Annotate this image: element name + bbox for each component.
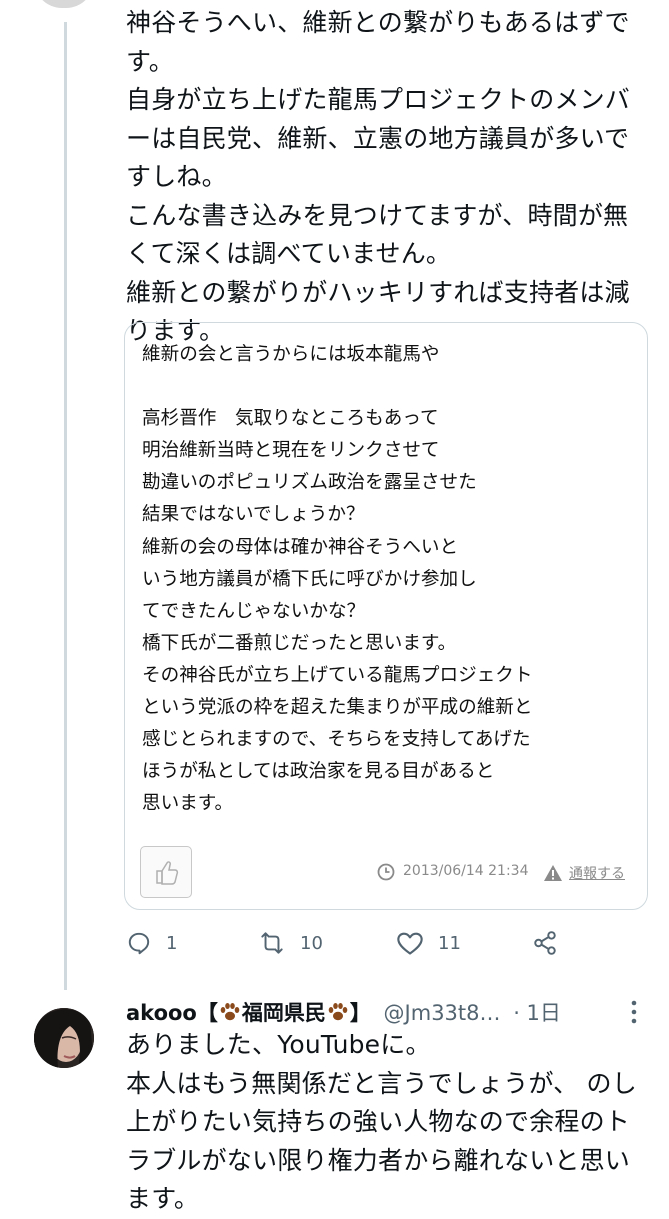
tweet-line: 自身が立ち上げた龍馬プロジェクトのメンバ [126,85,631,114]
reply-text: ありました、YouTubeに。 本人はもう無関係だと言うでしょうが、 のし 上が… [126,1026,656,1219]
quoted-line: 勘違いのポピュリズム政治を露呈させた [142,472,477,494]
name-place: 福岡県民 [241,1001,326,1025]
quoted-line: ほうが私としては政治家を見る目があると [142,761,495,783]
quoted-line: 維新の会と言うからには坂本龍馬や [142,344,440,365]
quoted-line [142,371,632,403]
tweet-line: 神谷そうへい、維新との繋がりもあるはずで [126,8,630,37]
name-suffix: 】 [349,1001,371,1025]
retweet-button[interactable]: 10 [258,930,323,956]
quoted-line: 思います。 [142,793,234,815]
quoted-text: 維新の会と言うからには坂本龍馬や 高杉晋作 気取りなところもあって 明治維新当時… [142,339,632,820]
quoted-line: 感じとられますので、そちらを支持してあげた [142,729,531,751]
reply-avatar[interactable] [34,1008,94,1068]
quoted-line: いう地方議員が橋下氏に呼びかけ参加し [142,568,477,590]
reply-line: ラブルがない限り権力者から離れないと思い [126,1145,631,1175]
quoted-line: 維新の会の母体は確か神谷そうへいと [142,536,459,558]
like-button[interactable]: 11 [396,930,461,956]
quoted-image-card[interactable]: 維新の会と言うからには坂本龍馬や 高杉晋作 気取りなところもあって 明治維新当時… [124,322,648,910]
share-icon [534,931,556,955]
paw-icon [328,1003,348,1021]
reply-display-name[interactable]: akooo【 福岡県民】 [126,1001,371,1025]
quoted-line: 明治維新当時と現在をリンクさせて [142,440,440,462]
tweet-line: す。 [126,46,174,76]
retweet-count: 10 [300,932,323,954]
tweet-line: 維新との繋がりがハッキリすれば支持者は減 [126,277,630,307]
quoted-line: 橋下氏が二番煎じだったと思います。 [142,632,457,654]
quoted-line: その神谷氏が立ち上げている龍馬プロジェクト [142,664,533,686]
quoted-line: 高杉晋作 気取りなところもあって [142,408,439,430]
warning-icon [544,865,562,881]
reply-line: ありました、YouTubeに。 [126,1030,431,1059]
reply-time[interactable]: · 1日 [513,1001,561,1025]
avatar-image [34,1008,94,1068]
tweet-actions: 1 10 11 [126,930,566,958]
previous-avatar[interactable] [34,0,94,8]
heart-icon [397,932,423,955]
tweet-text: 神谷そうへい、維新との繋がりもあるはずで す。 自身が立ち上げた龍馬プロジェクト… [126,4,656,351]
share-button[interactable] [532,930,558,956]
more-options-icon[interactable] [629,999,639,1025]
quote-timestamp: 2013/06/14 21:34 [403,863,529,879]
reply-header: akooo【 福岡県民】 @Jm33t8… · 1日 [126,996,666,1030]
paw-icon [220,1003,240,1021]
tweet-line: くて深くは調べていません。 [126,239,452,268]
clock-icon [377,863,395,881]
quoted-line: てできたんじゃないかな？ [142,600,366,622]
thumbs-up-button[interactable] [140,846,192,898]
reply-line: 本人はもう無関係だと言うでしょうが、 のし [126,1068,637,1098]
retweet-icon [261,932,283,954]
reply-count: 1 [166,932,178,954]
reply-line: 上がりたい気持ちの強い人物なので余程のト [126,1107,631,1136]
reply-handle[interactable]: @Jm33t8… [384,1001,501,1025]
reply-icon [128,932,150,955]
quoted-line: 結果ではないでしょうか？ [142,504,365,526]
tweet-line: こんな書き込みを見つけてますが、時間が無 [126,200,629,230]
quoted-line: という党派の枠を超えた集まりが平成の維新と [142,697,533,719]
name-prefix: akooo【 [126,1001,218,1025]
tweet-line: ーは自民党、維新、立憲の地方議員が多いで [126,123,630,153]
report-link[interactable]: 通報する [569,863,625,883]
tweet-line: すしね。 [126,162,227,191]
reply-button[interactable]: 1 [126,930,177,956]
reply-line: ます。 [126,1184,200,1213]
like-count: 11 [438,932,461,954]
thumbs-up-icon [156,861,179,885]
thread-connector-line [64,22,67,990]
